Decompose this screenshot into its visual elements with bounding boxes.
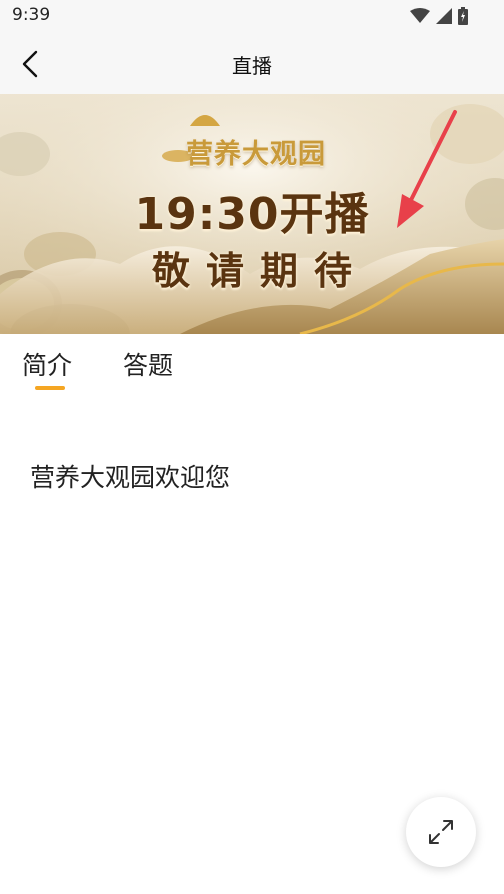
page-title: 直播: [232, 54, 272, 78]
battery-icon: [458, 7, 468, 25]
tab-quiz[interactable]: 答题: [123, 346, 173, 382]
tab-intro[interactable]: 简介: [22, 346, 72, 382]
start-time-text: 19:30开播: [134, 189, 370, 240]
stay-tuned-text: 敬请期待: [151, 249, 368, 293]
live-banner: 营养大观园 19:30开播 敬请期待: [0, 94, 504, 334]
wifi-icon: [410, 8, 430, 23]
status-time: 9:39: [12, 5, 51, 25]
brand-logo-text: 营养大观园: [186, 139, 326, 170]
intro-text: 营养大观园欢迎您: [30, 463, 231, 492]
expand-icon: [429, 820, 453, 844]
status-bar: 9:39: [0, 0, 504, 32]
active-tab-indicator: [35, 386, 65, 390]
tab-bar: 简介 答题: [0, 334, 504, 394]
status-icons: [410, 6, 468, 26]
expand-button[interactable]: [406, 797, 476, 867]
nav-bar: 直播: [0, 32, 504, 94]
signal-icon: [436, 8, 452, 24]
